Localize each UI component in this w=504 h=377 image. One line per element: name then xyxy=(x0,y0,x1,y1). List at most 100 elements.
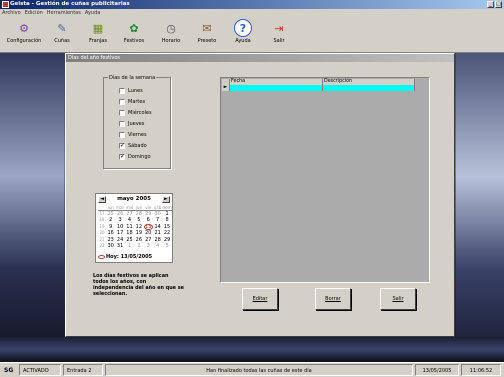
menu-herramientas[interactable]: Herramientas xyxy=(47,9,81,17)
calendar-next-button[interactable]: ► xyxy=(161,195,170,203)
weekday-thursday[interactable]: Jueves xyxy=(119,121,144,127)
maximize-button[interactable]: □ xyxy=(495,1,502,8)
calendar-dow-label: mar xyxy=(115,205,125,210)
checkbox-monday[interactable] xyxy=(119,88,125,94)
checkbox-thursday[interactable] xyxy=(119,121,125,127)
holidays-table[interactable]: Fecha Descripción ► xyxy=(220,77,430,283)
calendar-day[interactable]: 31 xyxy=(115,243,124,249)
weekday-label: Sábado xyxy=(128,143,147,149)
toolbar-help-button[interactable]: ? Ayuda xyxy=(223,19,263,44)
toolbar-holidays-button[interactable]: ✿ Festivos xyxy=(114,19,154,45)
calendar-day[interactable]: 3 xyxy=(144,243,153,249)
calendar-dow-label: sáb xyxy=(153,205,162,210)
status-bar: SG ACTIVADO Entrada 2 Han finalizado tod… xyxy=(0,362,504,377)
status-time: 11:06:52 xyxy=(461,364,501,376)
weekday-saturday[interactable]: ✓ Sábado xyxy=(119,143,147,149)
wedges-icon: ✎ xyxy=(57,21,67,35)
toolbar-exit-button[interactable]: ⇥ Salir xyxy=(259,19,299,45)
calendar-week-number: 22 xyxy=(99,242,105,248)
desktop-background-bottom xyxy=(0,337,504,362)
calendar-grid: lun mar mié jue vie sáb dom 17 25 26 27 28 29 30 1 18 2… xyxy=(98,205,172,249)
calendar-week: 22 30 31 1 2 3 4 5 xyxy=(98,243,172,249)
checkbox-friday[interactable] xyxy=(119,132,125,138)
toolbar-configuration-button[interactable]: ⚙ Configuración xyxy=(4,19,44,45)
weekday-wednesday[interactable]: Miércoles xyxy=(119,110,152,116)
dialog-title: Días del año festivos xyxy=(66,54,454,62)
desktop-background-left xyxy=(0,53,64,362)
weekday-tuesday[interactable]: Martes xyxy=(119,99,145,105)
table-row[interactable]: ► xyxy=(222,85,415,91)
calendar-prev-button[interactable]: ◄ xyxy=(98,195,106,203)
status-entry: Entrada 2 xyxy=(63,364,103,376)
calendar-month-label[interactable]: mayo 2005 xyxy=(117,196,151,202)
weekday-label: Domingo xyxy=(128,154,151,160)
weekday-sunday[interactable]: ✓ Domingo xyxy=(119,154,151,160)
preset-icon: ✉ xyxy=(202,21,212,35)
row-indicator-icon: ► xyxy=(222,85,230,91)
weekday-monday[interactable]: Lunes xyxy=(119,88,143,94)
app-icon xyxy=(2,1,9,8)
weekday-label: Miércoles xyxy=(128,110,152,116)
status-state: ACTIVADO xyxy=(19,364,61,376)
calendar-day[interactable]: 1 xyxy=(125,243,134,249)
toolbar-label: Horario xyxy=(161,38,181,44)
toolbar-label: Salir xyxy=(273,38,285,44)
calendar-header: ◄ mayo 2005 ► xyxy=(96,194,172,204)
edit-button[interactable]: Editar xyxy=(242,288,278,310)
calendar-day[interactable]: 5 xyxy=(162,243,171,249)
holidays-dialog: Días del año festivos Días de la semana … xyxy=(65,53,455,337)
toolbar-clock-button[interactable]: ◷ Horario xyxy=(151,19,191,45)
menu-archivo[interactable]: Archivo xyxy=(2,9,21,17)
weekday-label: Jueves xyxy=(128,121,145,127)
weekday-label: Viernes xyxy=(128,132,147,138)
toolbar-label: Cuñas xyxy=(54,38,70,44)
today-marker-icon xyxy=(98,255,105,259)
calendar-day[interactable]: 6 xyxy=(144,217,153,223)
calendar-dow-label: vie xyxy=(145,205,152,210)
holiday-note: Los días festivos se aplican todos los a… xyxy=(93,273,184,297)
weekday-friday[interactable]: Viernes xyxy=(119,132,147,138)
clock-icon: ◷ xyxy=(166,21,176,35)
calendar-today[interactable]: Hoy: 13/05/2005 xyxy=(98,254,152,260)
calendar-dow-label: mié xyxy=(125,205,134,210)
calendar-dow-label: dom xyxy=(162,205,172,210)
calendar-dow-label: lun xyxy=(107,205,114,210)
configuration-icon: ⚙ xyxy=(19,21,29,35)
calendar-day[interactable]: 4 xyxy=(153,243,162,249)
calendar-today-label: Hoy: 13/05/2005 xyxy=(106,254,153,260)
checkbox-tuesday[interactable] xyxy=(119,99,125,105)
menu-bar: Archivo Edición Herramientas Ayuda xyxy=(0,9,504,17)
delete-button[interactable]: Borrar xyxy=(315,288,351,310)
toolbar-label: Franjas xyxy=(89,38,107,44)
weekdays-group: Días de la semana Lunes Martes Miércoles… xyxy=(103,75,171,169)
checkbox-wednesday[interactable] xyxy=(119,110,125,116)
calendar-dow-label: jue xyxy=(135,205,143,210)
weekdays-group-label: Días de la semana xyxy=(108,75,157,81)
desktop-background-right xyxy=(456,53,504,362)
minimize-button[interactable]: _ xyxy=(487,1,494,8)
checkbox-sunday[interactable]: ✓ xyxy=(119,154,125,160)
menu-edicion[interactable]: Edición xyxy=(25,9,43,17)
toolbar-label: Configuración xyxy=(6,38,42,44)
cell-date[interactable] xyxy=(230,85,323,91)
status-message: Han finalizado todas las cuñas de este d… xyxy=(105,364,413,376)
app-titlebar: Gelsta - Gestión de cuñas publicitarias … xyxy=(0,0,504,9)
toolbar-wedges-button[interactable]: ✎ Cuñas xyxy=(42,19,82,45)
exit-button[interactable]: Salir xyxy=(380,288,416,310)
menu-ayuda[interactable]: Ayuda xyxy=(85,9,100,17)
calendar-day[interactable]: 2 xyxy=(134,243,143,249)
app-title: Gelsta - Gestión de cuñas publicitarias xyxy=(10,1,130,7)
holidays-icon: ✿ xyxy=(129,21,139,35)
slots-icon: ▦ xyxy=(92,21,104,35)
cell-description[interactable] xyxy=(323,85,415,91)
weekday-label: Martes xyxy=(128,99,146,105)
toolbar-slots-button[interactable]: ▦ Franjas xyxy=(78,19,118,45)
calendar-day[interactable]: 30 xyxy=(106,243,115,249)
toolbar: ⚙ Configuración ✎ Cuñas ▦ Franjas ✿ Fest… xyxy=(0,17,504,53)
status-logo: SG xyxy=(4,367,14,374)
month-calendar[interactable]: ◄ mayo 2005 ► lun mar mié jue vie sáb dom 17 25… xyxy=(95,193,173,263)
status-date: 13/05/2005 xyxy=(415,364,459,376)
help-icon: ? xyxy=(234,19,252,37)
toolbar-preset-button[interactable]: ✉ Preseto xyxy=(187,19,227,45)
checkbox-saturday[interactable]: ✓ xyxy=(119,143,125,149)
